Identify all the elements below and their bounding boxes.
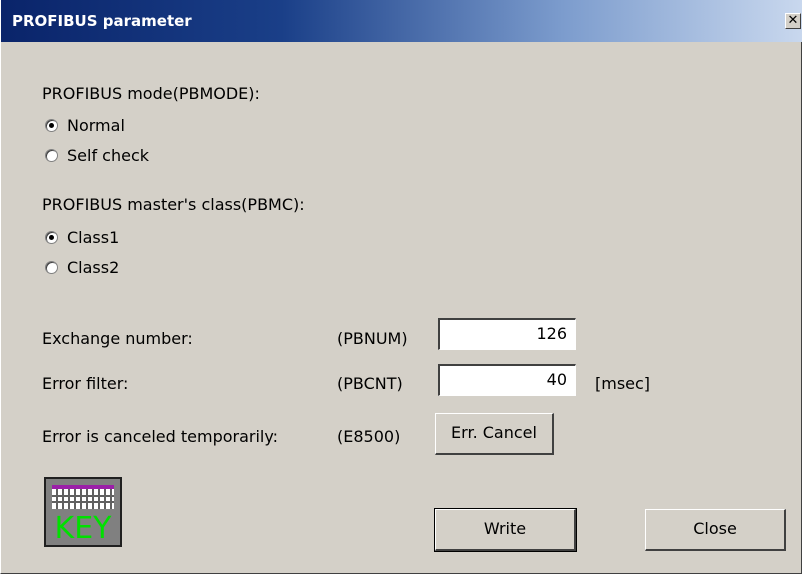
profibus-parameter-dialog: PROFIBUS parameter ✕ PROFIBUS mode(PBMOD… — [0, 0, 802, 574]
error-filter-input[interactable]: 40 — [438, 364, 576, 396]
close-button[interactable]: Close — [645, 509, 786, 551]
pbnum-code: (PBNUM) — [337, 329, 408, 348]
radio-class1-label: Class1 — [67, 228, 120, 247]
msec-unit-label: [msec] — [595, 374, 651, 393]
radio-class2-label: Class2 — [67, 258, 120, 277]
title-bar[interactable]: PROFIBUS parameter ✕ — [1, 0, 802, 42]
key-icon-text: KEY — [54, 511, 112, 546]
radio-class1[interactable]: Class1 — [45, 228, 119, 247]
radio-normal[interactable]: Normal — [45, 116, 125, 135]
radio-class2[interactable]: Class2 — [45, 258, 119, 277]
pbmode-label: PROFIBUS mode(PBMODE): — [42, 84, 260, 103]
keyboard-key-icon[interactable]: KEY — [44, 477, 122, 547]
exchange-number-label: Exchange number: — [42, 329, 193, 348]
error-filter-label: Error filter: — [42, 374, 129, 393]
pbcnt-code: (PBCNT) — [337, 374, 403, 393]
window-title: PROFIBUS parameter — [12, 12, 192, 30]
error-cancel-label: Error is canceled temporarily: — [42, 427, 279, 446]
close-icon[interactable]: ✕ — [785, 13, 801, 29]
write-button[interactable]: Write — [434, 508, 577, 552]
e8500-code: (E8500) — [337, 427, 401, 446]
radio-normal-label: Normal — [67, 116, 125, 135]
err-cancel-button[interactable]: Err. Cancel — [435, 413, 554, 455]
exchange-number-input[interactable]: 126 — [438, 318, 576, 350]
radio-button[interactable] — [45, 149, 58, 162]
pbmc-label: PROFIBUS master's class(PBMC): — [42, 195, 305, 214]
radio-button-checked[interactable] — [45, 119, 58, 132]
radio-self-check[interactable]: Self check — [45, 146, 149, 165]
keyboard-icon — [52, 485, 114, 509]
radio-button[interactable] — [45, 261, 58, 274]
radio-self-check-label: Self check — [67, 146, 150, 165]
radio-button-checked[interactable] — [45, 231, 58, 244]
